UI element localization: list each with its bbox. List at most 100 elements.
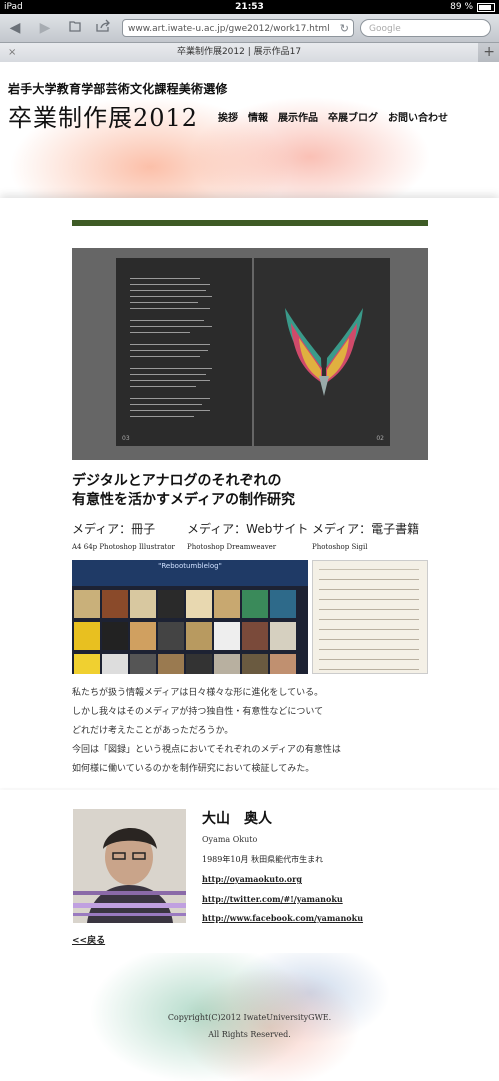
- battery-icon: [477, 2, 495, 12]
- ebook-line: [319, 649, 419, 650]
- project-title-line2: 有意性を活かすメディアの制作研究: [72, 492, 296, 508]
- book-left-page: 03: [116, 258, 252, 446]
- tab-title: 卒業制作展2012 | 展示作品17: [176, 47, 302, 57]
- tile: [158, 590, 184, 618]
- website-screenshot: "Rebootumblelog": [72, 560, 308, 674]
- description-line: どれだけ考えたことがあっただろうか。: [72, 726, 234, 736]
- portrait-illustration: [73, 809, 186, 923]
- text-line: [130, 344, 210, 345]
- media-website: メディア：Webサイト: [187, 522, 309, 536]
- bookmarks-icon[interactable]: [66, 19, 84, 37]
- new-tab-icon[interactable]: +: [483, 43, 495, 62]
- tile: [102, 622, 128, 650]
- link-facebook[interactable]: http://www.facebook.com/yamanoku: [202, 913, 363, 923]
- ebook-line: [319, 619, 419, 620]
- clock: 21:53: [235, 2, 264, 12]
- reload-icon[interactable]: ↻: [340, 20, 349, 38]
- rights-line: All Rights Reserved.: [208, 1030, 291, 1039]
- ebook-line: [319, 639, 419, 640]
- description-line: 今回は「図録」という視点においてそれぞれのメディアの有意性は: [72, 745, 341, 755]
- text-line: [130, 380, 210, 381]
- link-twitter[interactable]: http://twitter.com/#!/yamanoku: [202, 894, 343, 904]
- share-icon[interactable]: [94, 19, 112, 37]
- search-input[interactable]: Google: [360, 19, 491, 37]
- author-name: 大山 奥人: [202, 811, 272, 827]
- tile: [130, 654, 156, 674]
- tile: [270, 622, 296, 650]
- text-line: [130, 332, 190, 333]
- text-line: [130, 374, 206, 375]
- text-line: [130, 350, 208, 351]
- nav-contact[interactable]: お問い合わせ: [388, 109, 448, 124]
- tile: [186, 654, 212, 674]
- link-website[interactable]: http://oyamaokuto.org: [202, 874, 302, 884]
- tile: [158, 654, 184, 674]
- text-line: [130, 410, 210, 411]
- nav-info[interactable]: 情報: [248, 109, 268, 124]
- media-thumbnails: "Rebootumblelog": [72, 560, 428, 674]
- back-link[interactable]: <<戻る: [72, 933, 105, 946]
- text-line: [130, 302, 198, 303]
- site-title[interactable]: 卒業制作展2012: [8, 98, 198, 133]
- tile: [74, 590, 100, 618]
- nav-greeting[interactable]: 挨拶: [218, 109, 238, 124]
- battery-percent: 89 %: [450, 2, 473, 12]
- tile: [130, 590, 156, 618]
- site-footer: Copyright(C)2012 IwateUniversityGWE. All…: [0, 953, 499, 1081]
- text-line: [130, 278, 200, 279]
- tile: [242, 590, 268, 618]
- search-placeholder: Google: [369, 24, 401, 34]
- text-line: [130, 416, 194, 417]
- ebook-line: [319, 659, 419, 660]
- book-photo: 03 02: [72, 248, 428, 460]
- text-line: [130, 356, 200, 357]
- author-romaji: Oyama Okuto: [202, 835, 258, 844]
- forward-arrow-icon[interactable]: ▶: [36, 19, 54, 37]
- status-right: 89 %: [450, 0, 495, 14]
- tile: [74, 622, 100, 650]
- ebook-line: [319, 579, 419, 580]
- tab-current[interactable]: × 卒業制作展2012 | 展示作品17: [0, 43, 478, 62]
- tile: [270, 590, 296, 618]
- ebook-line: [319, 669, 419, 670]
- accent-bar: [72, 220, 428, 226]
- tools-website: Photoshop Dreamweaver: [187, 543, 277, 551]
- tile: [186, 622, 212, 650]
- text-line: [130, 404, 202, 405]
- ebook-line: [319, 599, 419, 600]
- url-text: www.art.iwate-u.ac.jp/gwe2012/work17.htm…: [128, 24, 330, 34]
- nav-blog[interactable]: 卒展ブログ: [328, 109, 378, 124]
- tab-close-icon[interactable]: ×: [8, 43, 16, 62]
- project-title-line1: デジタルとアナログのそれぞれの: [72, 473, 282, 489]
- page-number-right: 02: [376, 435, 384, 442]
- text-line: [130, 386, 196, 387]
- back-arrow-icon[interactable]: ◀: [6, 19, 24, 37]
- media-ebook: メディア：電子書籍: [312, 522, 420, 536]
- copyright: Copyright(C)2012 IwateUniversityGWE. All…: [0, 1009, 499, 1043]
- wings-illustration: [285, 308, 363, 396]
- tile: [242, 654, 268, 674]
- ebook-line: [319, 569, 419, 570]
- media-booklet: メディア：冊子: [72, 522, 156, 536]
- tile: [214, 590, 240, 618]
- status-bar: iPad 21:53 89 %: [0, 0, 499, 14]
- nav-works[interactable]: 展示作品: [278, 109, 318, 124]
- copyright-line: Copyright(C)2012 IwateUniversityGWE.: [167, 1013, 332, 1022]
- url-field[interactable]: www.art.iwate-u.ac.jp/gwe2012/work17.htm…: [122, 19, 354, 37]
- browser-toolbar: ◀ ▶ www.art.iwate-u.ac.jp/gwe2012/work17…: [0, 14, 499, 43]
- tile: [130, 622, 156, 650]
- tools-booklet: A4 64p Photoshop Illustrator: [72, 543, 175, 551]
- project-title: デジタルとアナログのそれぞれの 有意性を活かすメディアの制作研究: [72, 472, 295, 510]
- tile: [242, 622, 268, 650]
- website-header: "Rebootumblelog": [72, 560, 308, 586]
- tools-ebook: Photoshop Sigil: [312, 543, 368, 551]
- ebook-line: [319, 609, 419, 610]
- tile: [214, 622, 240, 650]
- work-card: 03 02 デジタルとアナログのそれぞれの 有意性を活かすメディアの制作研究 メ…: [0, 198, 499, 788]
- tile: [102, 654, 128, 674]
- site-header: 岩手大学教育学部芸術文化課程美術選修 卒業制作展2012 挨拶 情報 展示作品 …: [0, 62, 499, 202]
- tile: [186, 590, 212, 618]
- university-name: 岩手大学教育学部芸術文化課程美術選修: [8, 82, 228, 96]
- tile: [102, 590, 128, 618]
- author-profile: 大山 奥人 Oyama Okuto 1989年10月 秋田県能代市生まれ htt…: [0, 790, 499, 953]
